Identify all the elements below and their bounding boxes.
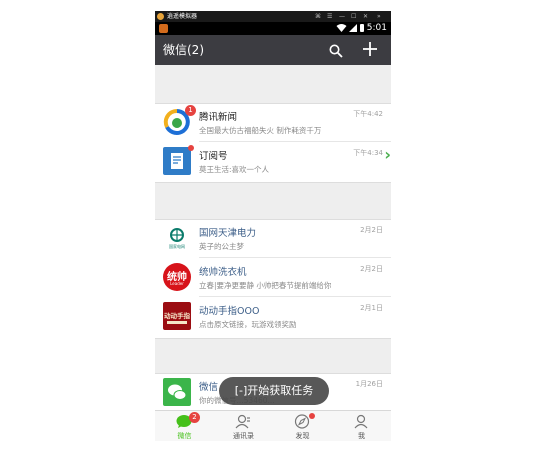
chat-name: 动动手指OOO bbox=[199, 306, 260, 317]
tab-contacts[interactable]: 通讯录 bbox=[214, 411, 273, 441]
person-icon bbox=[353, 414, 369, 429]
dongdong-logo-text: 动动手指 bbox=[164, 312, 190, 320]
chat-name: 腾讯新闻 bbox=[199, 112, 238, 123]
chat-name: 微信 bbox=[199, 382, 219, 393]
bottom-tab-bar: 2 微信 通讯录 发现 我 bbox=[155, 410, 391, 441]
toast-message: [-]开始获取任务 bbox=[219, 377, 329, 405]
signal-icon bbox=[349, 24, 357, 32]
status-time: 5:01 bbox=[366, 23, 387, 33]
battery-icon bbox=[360, 24, 364, 32]
notification-app-icon bbox=[159, 24, 168, 33]
chat-time: 下午4:34 bbox=[353, 149, 383, 157]
unread-dot bbox=[188, 145, 194, 151]
row-divider bbox=[199, 296, 391, 297]
chat-time: 2月2日 bbox=[360, 226, 383, 234]
emulator-minimize-button[interactable]: — bbox=[339, 11, 345, 22]
emulator-menu-button[interactable]: ☰ bbox=[327, 11, 332, 22]
emulator-logo-icon bbox=[157, 13, 164, 20]
chat-preview: 点击原文链接，玩游戏领奖励 bbox=[199, 320, 297, 329]
contacts-icon bbox=[235, 414, 251, 429]
chat-row-tianjin-power[interactable]: 国家电网 国网天津电力 英子的公主梦 2月2日 bbox=[155, 220, 391, 258]
tab-me[interactable]: 我 bbox=[332, 411, 391, 441]
emulator-expand-button[interactable]: » bbox=[377, 11, 381, 22]
chat-preview: 莫王生活:喜欢一个人 bbox=[199, 165, 270, 174]
chat-preview: 全国最大仿古福船失火 制作耗资千万 bbox=[199, 126, 322, 135]
tab-chats[interactable]: 2 微信 bbox=[155, 411, 214, 441]
emulator-keymap-button[interactable]: ⌘ bbox=[315, 11, 321, 22]
dongdong-avatar: 动动手指 bbox=[163, 302, 191, 330]
tab-unread-dot bbox=[309, 413, 315, 419]
row-divider bbox=[199, 141, 391, 142]
unread-badge: 1 bbox=[185, 105, 196, 116]
chat-row-dongdong[interactable]: 动动手指 动动手指OOO 点击原文链接，玩游戏领奖励 2月1日 bbox=[155, 298, 391, 336]
emulator-close-button[interactable]: ✕ bbox=[363, 11, 368, 22]
chat-time: 2月2日 bbox=[360, 265, 383, 273]
emulator-maximize-button[interactable]: ☐ bbox=[351, 11, 356, 22]
phone-screen: 逍遥模拟器 ⌘ ☰ — ☐ ✕ » 5:01 微信(2) 1 腾讯新闻 全国最大… bbox=[155, 11, 391, 441]
chat-preview: 立春|要净更要静 小帅把春节提前端给你 bbox=[199, 281, 332, 290]
page-title: 微信(2) bbox=[163, 43, 204, 57]
chat-name: 订阅号 bbox=[199, 151, 228, 162]
compass-icon bbox=[294, 414, 310, 429]
chat-row-tongshuai[interactable]: 统帅 Leader 统帅洗衣机 立春|要净更要静 小帅把春节提前端给你 2月2日 bbox=[155, 259, 391, 297]
tab-label: 发现 bbox=[295, 432, 310, 440]
emulator-title: 逍遥模拟器 bbox=[167, 13, 198, 20]
app-header: 微信(2) bbox=[155, 35, 391, 65]
tab-label: 通讯录 bbox=[233, 432, 254, 440]
tongshuai-avatar: 统帅 Leader bbox=[163, 263, 191, 291]
chat-name: 国网天津电力 bbox=[199, 228, 257, 239]
subscription-avatar bbox=[163, 147, 191, 175]
plus-icon[interactable] bbox=[362, 41, 378, 57]
emulator-title-bar: 逍遥模拟器 ⌘ ☰ — ☐ ✕ » bbox=[155, 11, 391, 22]
chat-row-subscriptions[interactable]: 订阅号 莫王生活:喜欢一个人 下午4:34 › bbox=[155, 143, 391, 181]
chat-preview: 英子的公主梦 bbox=[199, 242, 244, 251]
dongdong-logo-stripe bbox=[167, 321, 187, 324]
chat-time: 下午4:42 bbox=[353, 110, 383, 118]
chat-group-top: 1 腾讯新闻 全国最大仿古福船失火 制作耗资千万 下午4:42 订阅号 莫王生活… bbox=[155, 103, 391, 183]
tianjin-power-avatar: 国家电网 bbox=[163, 224, 191, 252]
chat-row-tencent-news[interactable]: 1 腾讯新闻 全国最大仿古福船失火 制作耗资千万 下午4:42 bbox=[155, 104, 391, 142]
chat-name: 统帅洗衣机 bbox=[199, 267, 247, 278]
status-bar: 5:01 bbox=[155, 22, 391, 35]
search-icon[interactable] bbox=[329, 43, 343, 58]
tab-discover[interactable]: 发现 bbox=[273, 411, 332, 441]
chat-time: 1月26日 bbox=[355, 380, 383, 388]
tab-label: 微信 bbox=[177, 432, 192, 440]
tongshuai-logo-sub: Leader bbox=[170, 281, 184, 286]
tab-unread-badge: 2 bbox=[189, 412, 200, 423]
tab-label: 我 bbox=[358, 432, 365, 440]
wechat-avatar bbox=[163, 378, 191, 406]
chat-time: 2月1日 bbox=[360, 304, 383, 312]
chevron-right-icon: › bbox=[384, 145, 391, 164]
row-divider bbox=[199, 257, 391, 258]
chat-group-middle: 国家电网 国网天津电力 英子的公主梦 2月2日 统帅 Leader 统帅洗衣机 … bbox=[155, 219, 391, 339]
tianjin-power-logo-caption: 国家电网 bbox=[169, 244, 185, 249]
